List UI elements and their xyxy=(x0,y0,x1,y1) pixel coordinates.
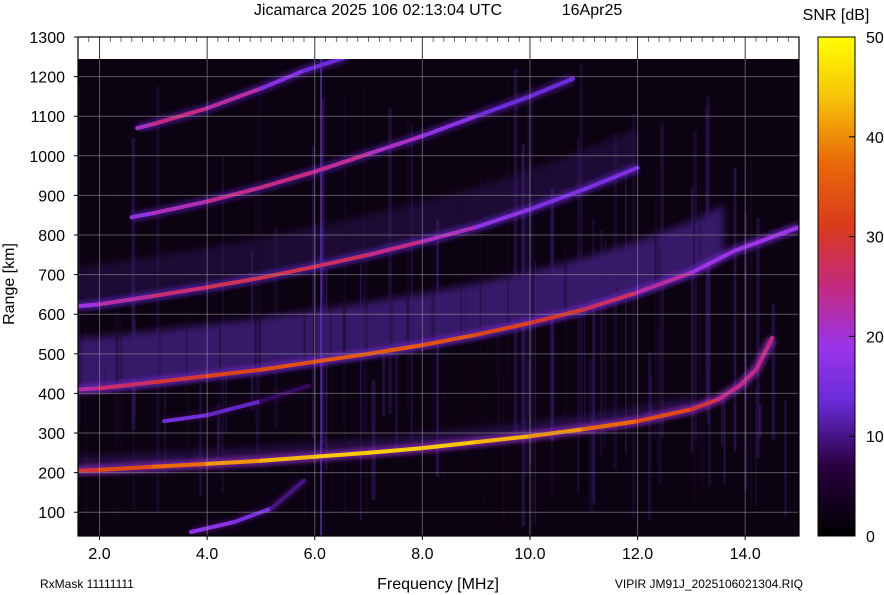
streak xyxy=(79,115,81,425)
colorbar-tick-label: 10 xyxy=(866,429,884,446)
streak xyxy=(436,219,439,477)
streak xyxy=(513,69,518,437)
y-tick-label: 800 xyxy=(38,228,65,245)
streak xyxy=(579,63,583,428)
streak xyxy=(164,340,166,477)
streak xyxy=(225,328,227,434)
trace-segment xyxy=(78,467,102,473)
streak xyxy=(625,172,627,454)
streak xyxy=(701,371,705,492)
y-tick-label: 500 xyxy=(38,347,65,364)
x-tick-label: 10.0 xyxy=(514,546,545,563)
colorbar-tick-label: 40 xyxy=(866,130,884,147)
streak xyxy=(534,260,537,525)
file-label: VIPIR JM91J_2025106021304.RIQ xyxy=(615,577,803,591)
x-tick-label: 14.0 xyxy=(730,546,761,563)
streak xyxy=(303,309,306,520)
y-tick-label: 900 xyxy=(38,188,65,205)
streak xyxy=(483,355,485,504)
y-tick-label: 300 xyxy=(38,426,65,443)
streak xyxy=(363,89,365,434)
streak xyxy=(583,297,586,426)
streak xyxy=(750,163,753,508)
chart-title: Jicamarca 2025 106 02:13:04 UTC xyxy=(254,2,502,19)
streak xyxy=(708,214,711,487)
ionogram-chart: Jicamarca 2025 106 02:13:04 UTC 16Apr25 … xyxy=(1,2,884,593)
streak xyxy=(431,214,436,437)
y-tick-label: 700 xyxy=(38,268,65,285)
y-tick-label: 400 xyxy=(38,386,65,403)
streak xyxy=(371,380,376,501)
streak xyxy=(199,385,202,496)
streak xyxy=(222,155,224,494)
trace-segment xyxy=(151,461,210,469)
y-tick-label: 1300 xyxy=(29,30,65,47)
streak xyxy=(218,327,221,475)
streak xyxy=(395,354,398,450)
y-tick-label: 200 xyxy=(38,466,65,483)
streak xyxy=(699,183,702,482)
x-axis: 2.0 4.0 6.0 8.0 10.0 12.0 14.0 xyxy=(88,536,761,563)
trace-segment xyxy=(78,302,102,309)
streak xyxy=(551,334,553,496)
streak xyxy=(382,308,385,417)
colorbar-tick-label: 30 xyxy=(866,230,884,247)
streak xyxy=(325,268,328,470)
trace-segment xyxy=(78,386,102,392)
x-tick-label: 6.0 xyxy=(304,546,326,563)
streak xyxy=(443,354,446,480)
streak xyxy=(692,123,696,504)
streak xyxy=(159,193,161,439)
streak xyxy=(460,145,463,467)
y-tick-label: 1200 xyxy=(29,70,65,87)
x-tick-label: 2.0 xyxy=(88,546,110,563)
colorbar-tick-label: 0 xyxy=(866,529,875,546)
streak xyxy=(257,99,261,425)
streak xyxy=(756,218,760,459)
streak xyxy=(132,319,137,417)
colorbar xyxy=(817,36,856,537)
x-tick-label: 12.0 xyxy=(622,546,653,563)
streak xyxy=(563,246,568,419)
streak xyxy=(186,83,188,468)
y-axis-label: Range [km] xyxy=(1,243,18,325)
streak xyxy=(496,330,500,422)
streak xyxy=(115,311,119,525)
colorbar-label: SNR [dB] xyxy=(803,7,870,24)
streak xyxy=(733,167,737,452)
streak xyxy=(591,218,595,500)
x-tick-label: 8.0 xyxy=(411,546,433,563)
streak xyxy=(784,399,787,516)
chart-date: 16Apr25 xyxy=(562,2,623,19)
y-tick-label: 1100 xyxy=(31,109,66,126)
colorbar-tick-label: 50 xyxy=(866,30,884,47)
rxmask-label: RxMask 11111111 xyxy=(40,577,134,591)
streak xyxy=(604,238,607,447)
streak xyxy=(389,239,393,415)
streak xyxy=(771,303,776,440)
streak xyxy=(364,250,369,517)
streak xyxy=(521,143,526,527)
y-tick-label: 600 xyxy=(38,307,65,324)
streak xyxy=(406,116,410,412)
streak xyxy=(527,102,529,420)
streak xyxy=(419,332,421,522)
x-axis-label: Frequency [MHz] xyxy=(377,576,499,593)
streak xyxy=(755,387,757,507)
streak xyxy=(359,264,362,521)
colorbar-tick-label: 20 xyxy=(866,329,884,346)
y-axis: 100 200 300 400 500 600 700 800 900 1000 1100 1200 1… xyxy=(29,30,78,522)
streak xyxy=(410,125,413,442)
y-tick-label: 100 xyxy=(38,505,65,522)
top-strip xyxy=(78,37,799,59)
streak xyxy=(502,377,506,523)
streak xyxy=(360,405,364,446)
streak xyxy=(648,352,652,521)
streak xyxy=(723,393,726,485)
x-tick-label: 4.0 xyxy=(196,546,218,563)
y-tick-label: 1000 xyxy=(29,149,65,166)
